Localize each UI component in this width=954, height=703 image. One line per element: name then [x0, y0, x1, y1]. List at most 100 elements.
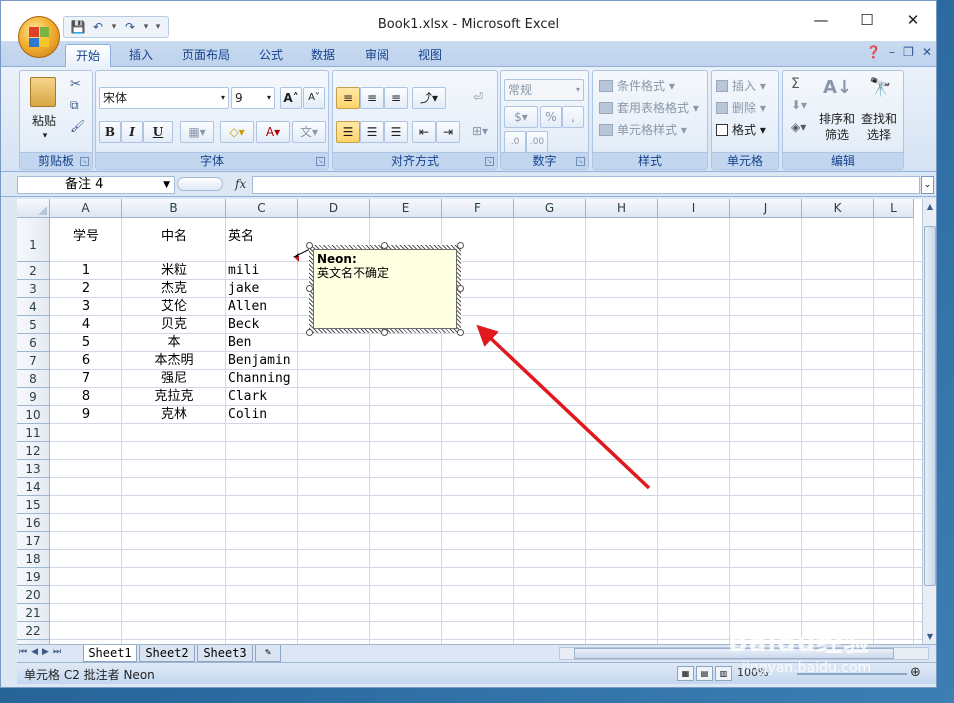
- page-layout-view-icon[interactable]: ▤: [696, 666, 713, 681]
- cell-a1[interactable]: 学号: [50, 229, 122, 245]
- row-header-2[interactable]: 2: [17, 262, 50, 280]
- number-format-select[interactable]: 常规 ▾: [504, 79, 584, 101]
- tab-insert[interactable]: 插入: [119, 44, 163, 67]
- row-header-17[interactable]: 17: [17, 532, 50, 550]
- select-all-button[interactable]: [17, 199, 50, 218]
- customize-qat-icon[interactable]: ▾: [154, 22, 162, 32]
- column-header-c[interactable]: C: [226, 199, 298, 218]
- font-size-select[interactable]: 9 ▾: [231, 87, 275, 109]
- column-header-e[interactable]: E: [370, 199, 442, 218]
- paste-label[interactable]: 粘贴: [26, 114, 62, 129]
- row-header-14[interactable]: 14: [17, 478, 50, 496]
- italic-button[interactable]: I: [121, 121, 143, 143]
- column-header-i[interactable]: I: [658, 199, 730, 218]
- name-box-dropdown-icon[interactable]: ▼: [163, 177, 170, 193]
- vertical-scrollbar[interactable]: ▲ ▼: [922, 199, 936, 646]
- normal-view-icon[interactable]: ▦: [677, 666, 694, 681]
- cell-b1[interactable]: 中名: [122, 229, 226, 245]
- fill-icon[interactable]: ⬇▾: [791, 98, 807, 112]
- next-sheet-icon[interactable]: ▶: [42, 647, 49, 657]
- row-header-9[interactable]: 9: [17, 388, 50, 406]
- row-header-11[interactable]: 11: [17, 424, 50, 442]
- minimize-button[interactable]: —: [798, 5, 844, 35]
- align-top-icon[interactable]: ≡: [336, 87, 360, 109]
- cell-a10[interactable]: 9: [50, 407, 122, 423]
- cell-a9[interactable]: 8: [50, 389, 122, 405]
- ribbon-minimize-icon[interactable]: –: [889, 45, 895, 59]
- cell-b5[interactable]: 贝克: [122, 317, 226, 333]
- last-sheet-icon[interactable]: ⏭: [53, 647, 61, 657]
- vertical-scroll-thumb[interactable]: [924, 226, 936, 586]
- paste-icon[interactable]: [30, 77, 56, 107]
- align-left-icon[interactable]: ☰: [336, 121, 360, 143]
- row-header-5[interactable]: 5: [17, 316, 50, 334]
- redo-dropdown-icon[interactable]: ▾: [142, 22, 150, 32]
- decrease-decimal-icon[interactable]: .00: [526, 131, 548, 153]
- cut-icon[interactable]: ✂: [70, 77, 81, 92]
- cell-c10[interactable]: Colin: [228, 407, 318, 423]
- autosum-button[interactable]: Σ: [791, 76, 800, 92]
- cell-b4[interactable]: 艾伦: [122, 299, 226, 315]
- cell-c3[interactable]: jake: [228, 281, 318, 297]
- tab-view[interactable]: 视图: [408, 44, 452, 67]
- comma-button[interactable]: ,: [562, 106, 584, 128]
- row-header-7[interactable]: 7: [17, 352, 50, 370]
- row-header-3[interactable]: 3: [17, 280, 50, 298]
- cell-b6[interactable]: 本: [122, 335, 226, 351]
- resize-handle-r[interactable]: [457, 285, 464, 292]
- find-select-label-2[interactable]: 选择: [859, 128, 899, 143]
- format-painter-icon[interactable]: 🖌: [70, 119, 85, 133]
- wrap-text-icon[interactable]: ⏎: [466, 87, 490, 109]
- cell-a4[interactable]: 3: [50, 299, 122, 315]
- tab-formulas[interactable]: 公式: [249, 44, 293, 67]
- column-header-g[interactable]: G: [514, 199, 586, 218]
- merge-center-icon[interactable]: ⊞▾: [466, 121, 494, 143]
- undo-icon[interactable]: ↶: [90, 19, 106, 35]
- cell-styles-button[interactable]: 单元格样式 ▾: [599, 120, 687, 140]
- clipboard-launcher-icon[interactable]: ↘: [80, 157, 89, 166]
- formula-input[interactable]: [252, 176, 920, 194]
- resize-handle-tr[interactable]: [457, 242, 464, 249]
- resize-handle-l[interactable]: [306, 285, 313, 292]
- column-header-f[interactable]: F: [442, 199, 514, 218]
- cell-a3[interactable]: 2: [50, 281, 122, 297]
- clear-icon[interactable]: ◈▾: [791, 120, 806, 134]
- row-header-8[interactable]: 8: [17, 370, 50, 388]
- sheet-tab-sheet1[interactable]: Sheet1: [83, 645, 137, 662]
- ribbon-close-icon[interactable]: ✕: [922, 45, 932, 59]
- column-header-l[interactable]: L: [874, 199, 914, 218]
- row-header-12[interactable]: 12: [17, 442, 50, 460]
- row-header-20[interactable]: 20: [17, 586, 50, 604]
- save-icon[interactable]: 💾: [70, 19, 86, 35]
- column-header-h[interactable]: H: [586, 199, 658, 218]
- border-icon[interactable]: ▦▾: [180, 121, 214, 143]
- ribbon-restore-icon[interactable]: ❐: [903, 45, 914, 59]
- row-header-13[interactable]: 13: [17, 460, 50, 478]
- align-bottom-icon[interactable]: ≡: [384, 87, 408, 109]
- cell-c2[interactable]: mili: [228, 263, 318, 279]
- row-header-10[interactable]: 10: [17, 406, 50, 424]
- cell-b2[interactable]: 米粒: [122, 263, 226, 279]
- tab-data[interactable]: 数据: [301, 44, 345, 67]
- page-break-view-icon[interactable]: ▥: [715, 666, 732, 681]
- alignment-launcher-icon[interactable]: ↘: [485, 157, 494, 166]
- tab-review[interactable]: 审阅: [355, 44, 399, 67]
- comment-box[interactable]: Neon: 英文名不确定: [306, 242, 464, 336]
- cell-a8[interactable]: 7: [50, 371, 122, 387]
- scroll-up-icon[interactable]: ▲: [924, 201, 936, 213]
- cell-b8[interactable]: 强尼: [122, 371, 226, 387]
- cell-a7[interactable]: 6: [50, 353, 122, 369]
- conditional-format-button[interactable]: 条件格式 ▾: [599, 76, 675, 96]
- cell-a2[interactable]: 1: [50, 263, 122, 279]
- row-header-19[interactable]: 19: [17, 568, 50, 586]
- resize-handle-tl[interactable]: [306, 242, 313, 249]
- grow-font-icon[interactable]: A˄: [280, 87, 302, 109]
- scroll-down-icon[interactable]: ▼: [924, 631, 936, 643]
- sheet-tab-sheet3[interactable]: Sheet3: [197, 645, 253, 662]
- row-header-6[interactable]: 6: [17, 334, 50, 352]
- cell-b10[interactable]: 克林: [122, 407, 226, 423]
- increase-decimal-icon[interactable]: .0: [504, 131, 526, 153]
- resize-handle-bl[interactable]: [306, 329, 313, 336]
- row-header-4[interactable]: 4: [17, 298, 50, 316]
- maximize-button[interactable]: ☐: [844, 5, 890, 35]
